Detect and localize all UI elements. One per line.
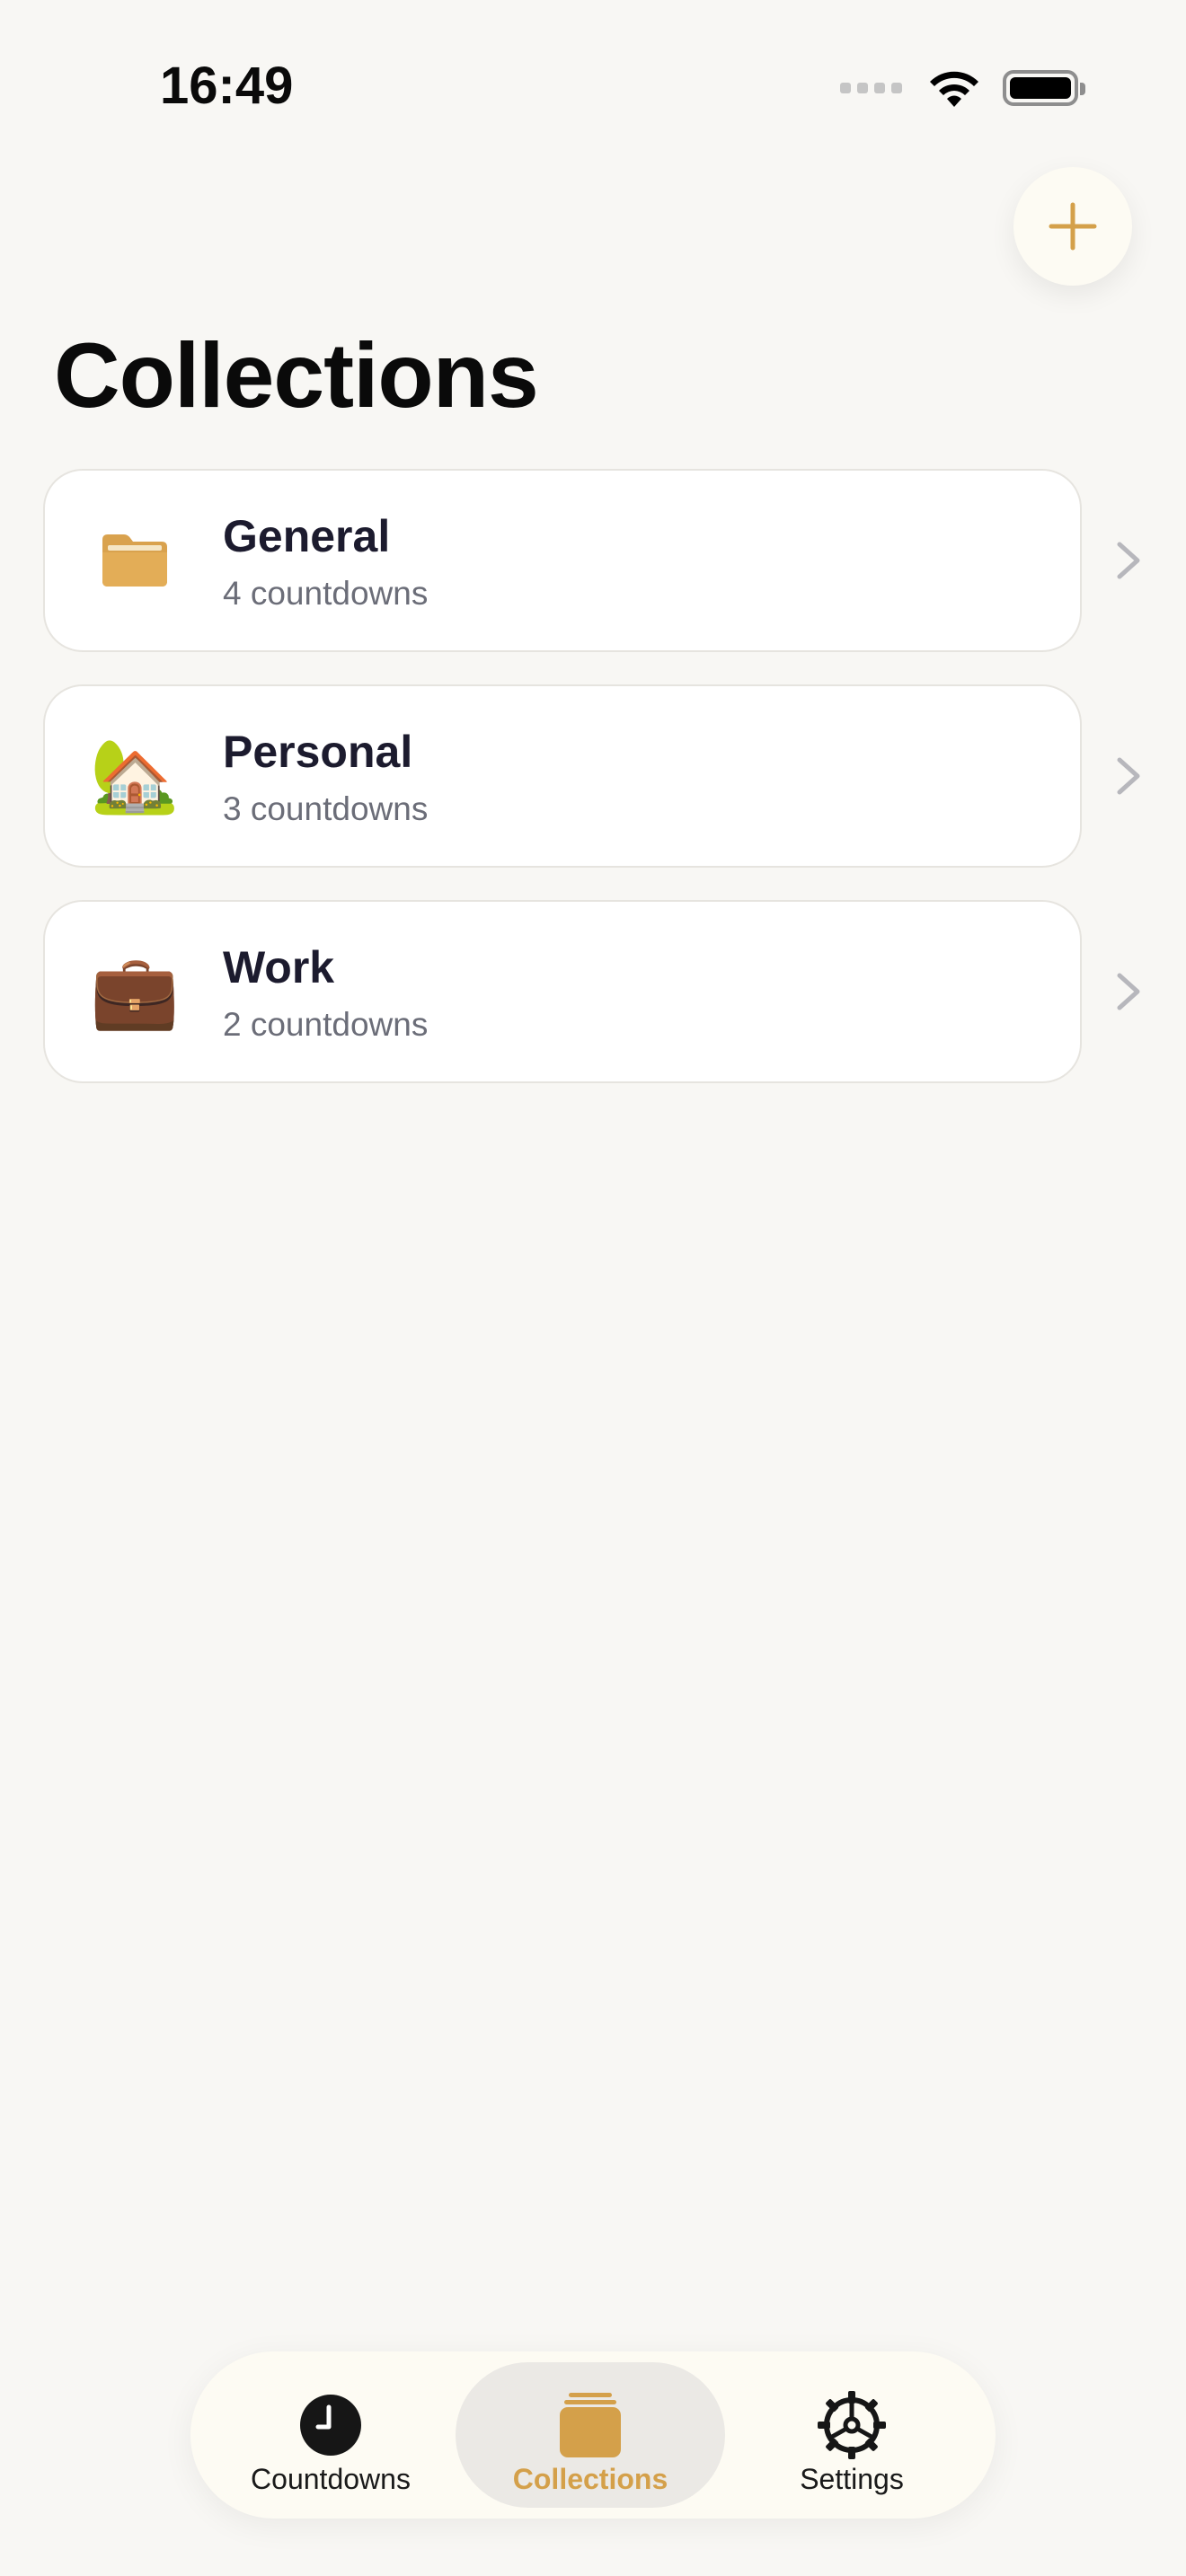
cellular-signal-icon bbox=[840, 83, 902, 93]
tab-collections[interactable]: Collections bbox=[456, 2362, 725, 2508]
battery-icon bbox=[1003, 70, 1085, 106]
collection-card[interactable]: 💼 Work 2 countdowns bbox=[43, 900, 1082, 1083]
collection-card[interactable]: General 4 countdowns bbox=[43, 469, 1082, 652]
collection-count: 2 countdowns bbox=[223, 1006, 429, 1043]
chevron-right-icon bbox=[1117, 973, 1140, 1010]
collection-row-general[interactable]: General 4 countdowns bbox=[43, 469, 1157, 652]
stack-icon bbox=[554, 2389, 626, 2461]
tab-countdowns[interactable]: Countdowns bbox=[196, 2362, 465, 2508]
collection-count: 4 countdowns bbox=[223, 575, 429, 612]
tab-settings[interactable]: Settings bbox=[717, 2362, 987, 2508]
gear-icon bbox=[816, 2389, 888, 2461]
status-icons bbox=[840, 65, 1085, 111]
page-title: Collections bbox=[54, 324, 539, 427]
folder-icon bbox=[92, 517, 178, 604]
clock-icon bbox=[295, 2389, 367, 2461]
collection-row-work[interactable]: 💼 Work 2 countdowns bbox=[43, 900, 1157, 1083]
house-with-garden-icon: 🏡 bbox=[90, 736, 180, 816]
collection-name: Personal bbox=[223, 727, 413, 777]
tab-label: Collections bbox=[512, 2463, 668, 2495]
tab-label: Settings bbox=[800, 2463, 904, 2495]
chevron-right-icon bbox=[1117, 542, 1140, 579]
collection-name: Work bbox=[223, 942, 335, 992]
collection-count: 3 countdowns bbox=[223, 790, 429, 827]
collections-list: General 4 countdowns 🏡 Personal 3 countd… bbox=[43, 469, 1157, 1116]
chevron-right-icon bbox=[1117, 757, 1140, 795]
collections-screen: 16:49 Collections General 4 countdowns 🏡… bbox=[0, 0, 1186, 2576]
status-time: 16:49 bbox=[160, 57, 294, 115]
collection-row-personal[interactable]: 🏡 Personal 3 countdowns bbox=[43, 684, 1157, 868]
tab-bar: Countdowns Collections Settings bbox=[190, 2351, 996, 2519]
collection-card[interactable]: 🏡 Personal 3 countdowns bbox=[43, 684, 1082, 868]
plus-icon bbox=[1049, 202, 1097, 251]
tab-label: Countdowns bbox=[251, 2463, 411, 2495]
wifi-icon bbox=[930, 71, 978, 107]
add-collection-button[interactable] bbox=[1013, 167, 1132, 286]
briefcase-icon: 💼 bbox=[90, 951, 180, 1031]
collection-name: General bbox=[223, 511, 391, 561]
